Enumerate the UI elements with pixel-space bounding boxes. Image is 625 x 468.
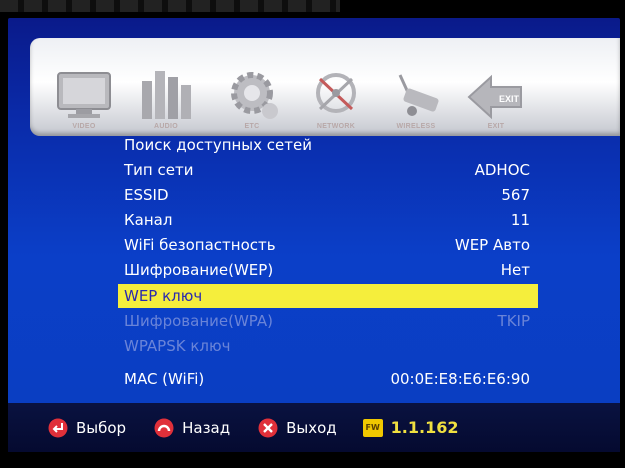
exit-button[interactable]: Выход bbox=[258, 418, 337, 438]
setting-label: Поиск доступных сетей bbox=[124, 136, 312, 154]
top-bar bbox=[0, 0, 340, 12]
setting-network-type[interactable]: Тип сети ADHOC bbox=[118, 158, 538, 182]
footer-bar: Выбор Назад Выход FW 1.1.162 bbox=[8, 403, 620, 452]
setting-value: 11 bbox=[510, 211, 530, 229]
setting-label: MAC (WiFi) bbox=[124, 370, 205, 388]
setting-wep-encryption[interactable]: Шифрование(WEP) Нет bbox=[118, 258, 538, 282]
menu-item-label: ETC bbox=[244, 123, 260, 130]
menu-item-video[interactable]: VIDEO bbox=[48, 50, 120, 130]
setting-value: ADHOC bbox=[474, 161, 530, 179]
menu-icon-strip: VIDEO AUDIO ETC NETWORK WIRELESS EXIT EX… bbox=[30, 38, 620, 136]
setting-label: Тип сети bbox=[124, 161, 194, 179]
setting-wep-key[interactable]: WEP ключ bbox=[118, 284, 538, 308]
setting-mac-address: MAC (WiFi) 00:0E:E8:E6:E6:90 bbox=[118, 367, 538, 391]
exit-badge-text: EXIT bbox=[499, 94, 520, 104]
setting-label: WiFi безопастность bbox=[124, 236, 276, 254]
setting-channel[interactable]: Канал 11 bbox=[118, 208, 538, 232]
setting-search-networks[interactable]: Поиск доступных сетей bbox=[118, 133, 538, 157]
video-icon bbox=[57, 72, 111, 118]
menu-item-audio[interactable]: AUDIO bbox=[130, 50, 202, 130]
setting-value: TKIP bbox=[497, 312, 530, 330]
menu-item-label: EXIT bbox=[487, 123, 505, 130]
setting-value: 567 bbox=[501, 186, 530, 204]
menu-item-label: AUDIO bbox=[153, 123, 179, 130]
setting-label: WPAPSK ключ bbox=[124, 337, 231, 355]
gear-icon bbox=[231, 72, 278, 119]
network-icon bbox=[316, 73, 356, 113]
fw-version: 1.1.162 bbox=[390, 418, 459, 437]
select-label: Выбор bbox=[76, 418, 127, 437]
back-button[interactable]: Назад bbox=[154, 418, 230, 438]
setting-essid[interactable]: ESSID 567 bbox=[118, 183, 538, 207]
menu-item-wireless[interactable]: WIRELESS bbox=[380, 50, 452, 130]
setting-label: Канал bbox=[124, 211, 173, 229]
setting-label: WEP ключ bbox=[124, 287, 203, 305]
setting-label: ESSID bbox=[124, 186, 169, 204]
setting-label: Шифрование(WEP) bbox=[124, 261, 274, 279]
tv-frame: VIDEO AUDIO ETC NETWORK WIRELESS EXIT EX… bbox=[0, 0, 625, 468]
firmware-info: FW 1.1.162 bbox=[362, 418, 459, 437]
setting-value: Нет bbox=[500, 261, 530, 279]
menu-item-label: WIRELESS bbox=[396, 123, 436, 130]
menu-item-label: VIDEO bbox=[72, 123, 96, 130]
select-button[interactable]: Выбор bbox=[48, 418, 126, 438]
menu-item-exit[interactable]: EXIT EXIT bbox=[460, 50, 532, 130]
exit-x-icon bbox=[258, 418, 278, 437]
wireless-icon bbox=[398, 74, 439, 116]
exit-label: Выход bbox=[286, 418, 337, 437]
setup-screen: VIDEO AUDIO ETC NETWORK WIRELESS EXIT EX… bbox=[8, 18, 620, 452]
menu-item-network[interactable]: NETWORK bbox=[300, 50, 372, 130]
back-label: Назад bbox=[182, 418, 231, 437]
back-icon bbox=[154, 418, 174, 437]
menu-item-label: NETWORK bbox=[316, 123, 356, 130]
enter-icon bbox=[48, 418, 68, 437]
audio-icon bbox=[142, 71, 191, 119]
setting-wifi-security[interactable]: WiFi безопастность WEP Авто bbox=[118, 233, 538, 257]
menu-item-etc[interactable]: ETC bbox=[216, 50, 288, 130]
setting-wpapsk-key: WPAPSK ключ bbox=[118, 334, 538, 358]
setting-label: Шифрование(WPA) bbox=[124, 312, 274, 330]
exit-icon: EXIT bbox=[467, 74, 522, 120]
setting-wpa-encryption: Шифрование(WPA) TKIP bbox=[118, 309, 538, 333]
setting-value: 00:0E:E8:E6:E6:90 bbox=[390, 370, 530, 388]
setting-value: WEP Авто bbox=[454, 236, 530, 254]
fw-badge: FW bbox=[362, 418, 383, 437]
